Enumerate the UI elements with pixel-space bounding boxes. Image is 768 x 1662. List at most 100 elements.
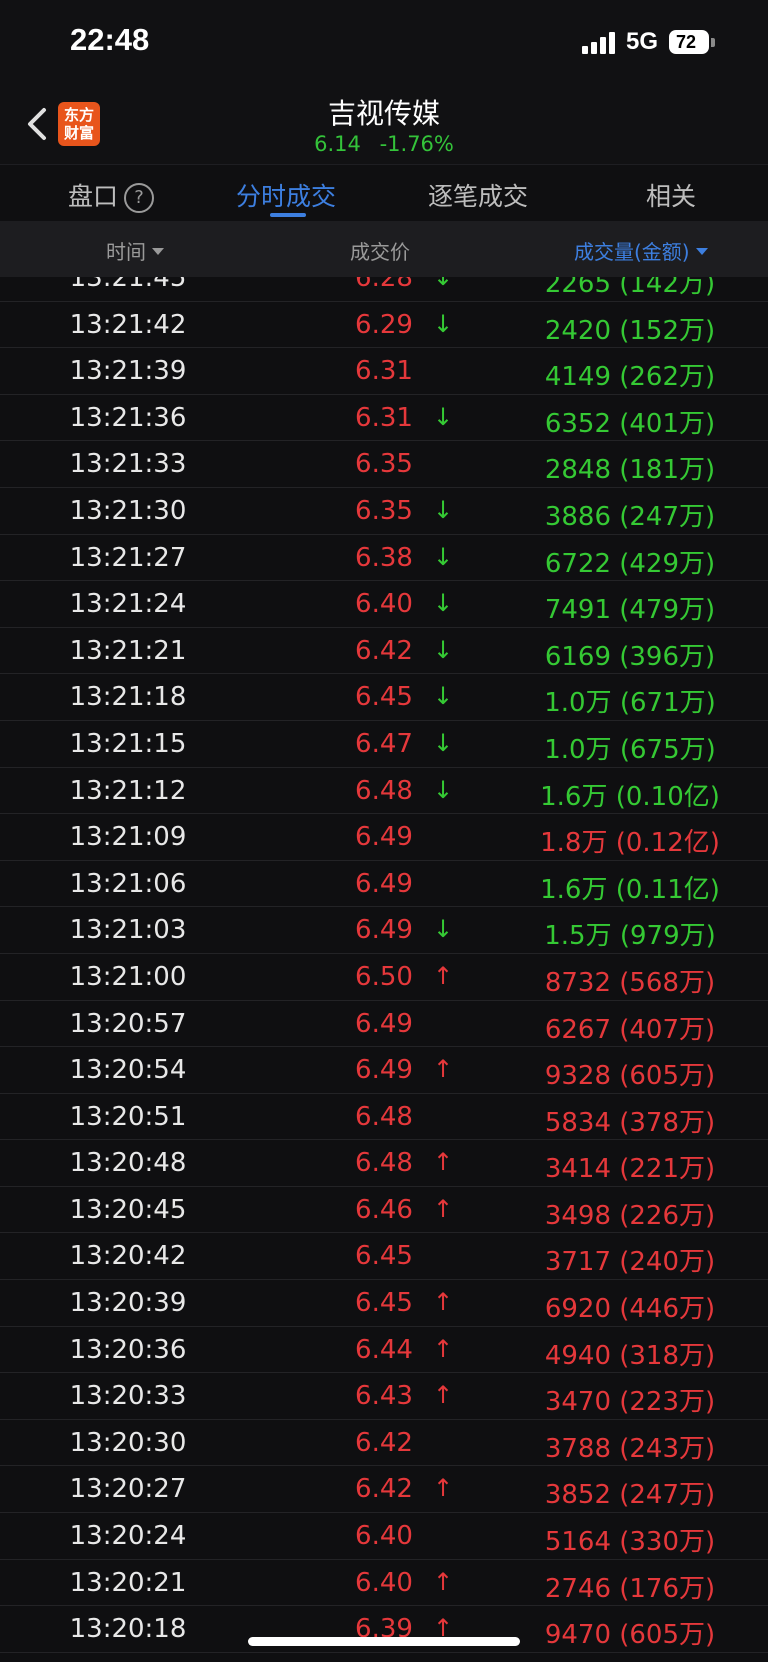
trade-volume: 2420 (152万)	[544, 315, 716, 346]
table-row: 13:21:15 6.47 ↓ 1.0万 (675万)	[0, 721, 768, 768]
down-arrow-icon: ↓	[432, 915, 454, 944]
trade-time: 13:20:30	[69, 1427, 187, 1458]
table-row: 13:21:21 6.42 ↓ 6169 (396万)	[0, 628, 768, 675]
trade-volume: 6722 (429万)	[544, 548, 716, 579]
trade-rows: 13:21:45 6.28 ↓ 2265 (142万) 13:21:42 6.29 ↓ 242…	[0, 277, 768, 1653]
status-time: 22:48	[70, 22, 150, 57]
down-arrow-icon: ↓	[432, 775, 454, 804]
column-header: 时间 成交价 成交量(金额)	[0, 221, 768, 277]
trade-volume: 2265 (142万)	[544, 277, 716, 299]
trade-volume: 2746 (176万)	[544, 1573, 716, 1604]
trade-volume: 3470 (223万)	[544, 1387, 716, 1418]
home-indicator[interactable]	[248, 1637, 520, 1646]
trade-time: 13:20:27	[69, 1474, 187, 1505]
up-arrow-icon: ↑	[432, 1148, 454, 1177]
table-row: 13:21:09 6.49 1.8万 (0.12亿)	[0, 814, 768, 861]
trade-time: 13:21:24	[69, 589, 187, 620]
tab-label: 相关	[646, 182, 697, 211]
trade-volume: 9328 (605万)	[544, 1061, 716, 1092]
sort-caret-icon	[152, 248, 164, 255]
table-row: 13:21:06 6.49 1.6万 (0.11亿)	[0, 861, 768, 908]
down-arrow-icon: ↓	[432, 589, 454, 618]
trade-volume: 2848 (181万)	[544, 455, 716, 486]
tab-tick-by-tick[interactable]: 逐笔成交	[428, 177, 528, 217]
help-icon[interactable]: ?	[124, 183, 155, 213]
table-row: 13:21:30 6.35 ↓ 3886 (247万)	[0, 488, 768, 535]
trade-time: 13:21:45	[69, 277, 187, 293]
volume-column-label: 成交量(金额)	[574, 240, 690, 264]
price-column-label: 成交价	[350, 240, 410, 264]
active-tab-indicator	[270, 213, 306, 217]
trade-time: 13:20:21	[69, 1567, 187, 1598]
up-arrow-icon: ↑	[432, 1474, 454, 1503]
trade-time: 13:21:30	[69, 495, 187, 526]
stock-name: 吉视传媒	[327, 97, 440, 130]
trade-time: 13:21:15	[69, 728, 187, 759]
trade-volume: 7491 (479万)	[544, 595, 716, 626]
tab-order-book[interactable]: 盘口?	[68, 177, 155, 217]
trade-price: 6.49	[355, 822, 413, 853]
tab-time-sales[interactable]: 分时成交	[236, 177, 336, 217]
trade-price: 6.49	[355, 1008, 413, 1039]
trade-time: 13:21:12	[69, 775, 187, 806]
table-row: 13:21:00 6.50 ↑ 8732 (568万)	[0, 954, 768, 1001]
trade-price: 6.35	[355, 449, 413, 480]
table-row: 13:21:27 6.38 ↓ 6722 (429万)	[0, 535, 768, 582]
table-row: 13:20:33 6.43 ↑ 3470 (223万)	[0, 1373, 768, 1420]
up-arrow-icon: ↑	[432, 1567, 454, 1596]
trade-time: 13:21:33	[69, 449, 187, 480]
up-arrow-icon: ↑	[432, 1288, 454, 1317]
battery-cap	[711, 38, 715, 47]
trade-volume: 6920 (446万)	[544, 1294, 716, 1325]
trade-time: 13:21:09	[69, 822, 187, 853]
trade-volume: 5164 (330万)	[544, 1527, 716, 1558]
up-arrow-icon: ↑	[432, 1381, 454, 1410]
trade-volume: 6169 (396万)	[544, 641, 716, 672]
down-arrow-icon: ↓	[432, 542, 454, 571]
trade-time: 13:20:42	[69, 1241, 187, 1272]
trade-volume: 1.6万 (0.10亿)	[540, 781, 720, 812]
header: 东方 财富 吉视传媒 6.14 -1.76%	[0, 86, 768, 164]
trade-volume: 3717 (240万)	[544, 1247, 716, 1278]
battery-level: 72	[675, 32, 697, 52]
trade-time: 13:21:18	[69, 682, 187, 713]
table-row: 13:21:24 6.40 ↓ 7491 (479万)	[0, 581, 768, 628]
table-row: 13:21:39 6.31 4149 (262万)	[0, 348, 768, 395]
trade-time: 13:20:48	[69, 1148, 187, 1179]
down-arrow-icon: ↓	[432, 277, 454, 291]
table-row: 13:21:42 6.29 ↓ 2420 (152万)	[0, 302, 768, 349]
time-column-sort[interactable]: 时间	[106, 236, 164, 265]
trade-time: 13:20:39	[69, 1288, 187, 1319]
table-row: 13:20:39 6.45 ↑ 6920 (446万)	[0, 1280, 768, 1327]
table-row: 13:21:33 6.35 2848 (181万)	[0, 441, 768, 488]
table-row: 13:20:42 6.45 3717 (240万)	[0, 1233, 768, 1281]
trade-volume: 3788 (243万)	[544, 1433, 716, 1464]
tab-label: 逐笔成交	[428, 182, 529, 211]
trade-volume: 4149 (262万)	[544, 362, 716, 393]
tab-related[interactable]: 相关	[646, 177, 696, 217]
trade-list[interactable]: 13:21:45 6.28 ↓ 2265 (142万) 13:21:42 6.29 ↓ 242…	[0, 277, 768, 1662]
trade-time: 13:21:03	[69, 915, 187, 946]
table-row: 13:20:57 6.49 6267 (407万)	[0, 1001, 768, 1048]
down-arrow-icon: ↓	[432, 402, 454, 431]
trade-volume: 3886 (247万)	[544, 501, 716, 532]
up-arrow-icon: ↑	[432, 1055, 454, 1084]
trade-time: 13:21:21	[69, 635, 187, 666]
trade-price: 6.31	[355, 356, 413, 387]
trade-time: 13:20:54	[69, 1055, 187, 1086]
network-type: 5G	[626, 28, 659, 55]
volume-column-sort[interactable]: 成交量(金额)	[574, 236, 708, 265]
table-row: 13:20:48 6.48 ↑ 3414 (221万)	[0, 1140, 768, 1187]
table-row: 13:21:12 6.48 ↓ 1.6万 (0.10亿)	[0, 768, 768, 815]
down-arrow-icon: ↓	[432, 682, 454, 711]
trade-price: 6.49	[355, 868, 413, 899]
table-row: 13:21:36 6.31 ↓ 6352 (401万)	[0, 395, 768, 442]
tab-bar: 盘口? 分时成交 逐笔成交 相关	[0, 164, 768, 221]
down-arrow-icon: ↓	[432, 728, 454, 757]
sort-caret-icon	[695, 248, 708, 255]
table-row: 13:20:27 6.42 ↑ 3852 (247万)	[0, 1466, 768, 1514]
up-arrow-icon: ↑	[432, 1334, 454, 1363]
trade-volume: 3498 (226万)	[544, 1200, 716, 1231]
trade-time: 13:21:36	[69, 402, 187, 433]
down-arrow-icon: ↓	[432, 309, 454, 338]
